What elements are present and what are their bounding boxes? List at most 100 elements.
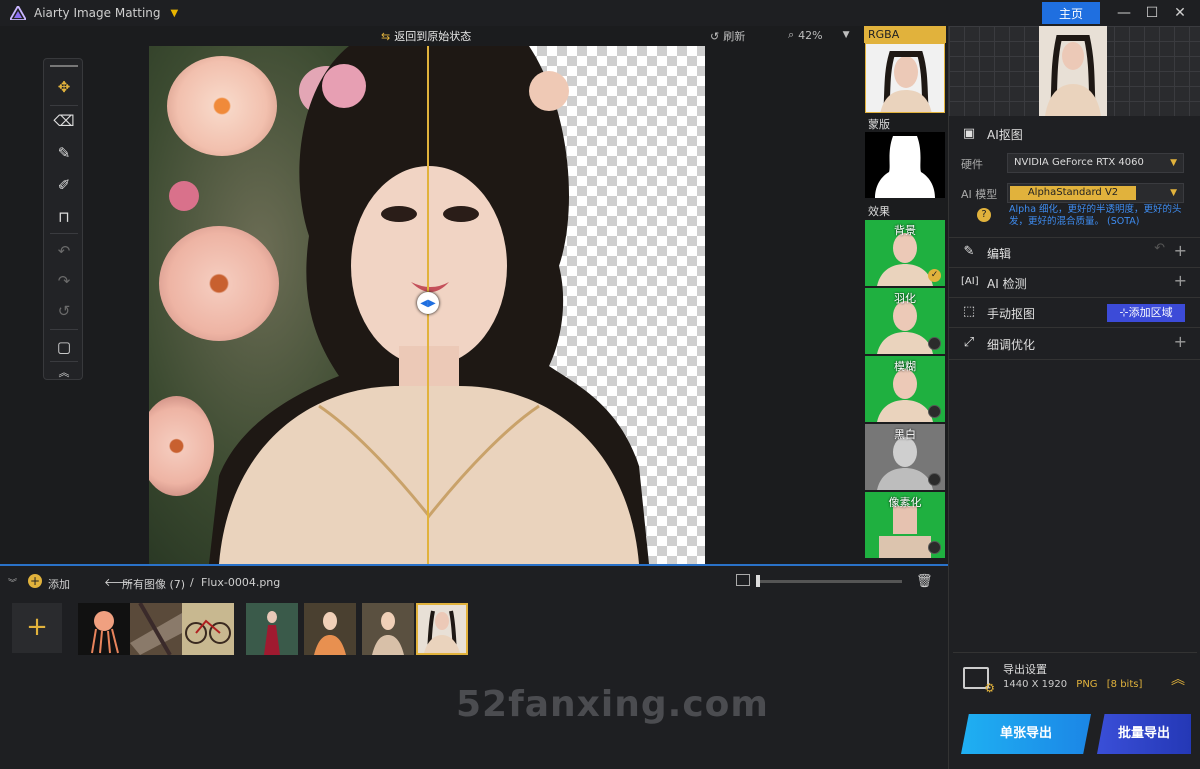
filmstrip-item[interactable] — [130, 603, 182, 655]
breadcrumb-all[interactable]: 所有图像 (7) — [122, 576, 185, 592]
add-area-button[interactable]: ⊹添加区域 — [1107, 304, 1185, 322]
add-image-button[interactable]: + — [12, 603, 62, 653]
effect-pixelate[interactable]: 像素化 — [865, 492, 945, 558]
toggle-icon[interactable] — [928, 541, 941, 554]
refine-icon: ⤢ — [963, 335, 975, 350]
effect-grayscale[interactable]: 黑白 — [865, 424, 945, 490]
mask-label: 蒙版 — [868, 118, 890, 131]
app-logo-icon — [10, 6, 26, 20]
check-icon: ✓ — [928, 269, 941, 282]
ai-detect-section[interactable]: [AI] AI 检测 + — [949, 268, 1200, 298]
thumbnail-size-slider[interactable] — [760, 580, 902, 583]
effect-label: 像素化 — [888, 496, 922, 509]
preview-area — [949, 26, 1200, 116]
maximize-icon[interactable]: ☐ — [1140, 3, 1164, 23]
home-button[interactable]: 主页 — [1042, 2, 1100, 24]
trash-icon[interactable]: 🗑 — [916, 574, 933, 589]
plus-icon[interactable]: + — [1174, 271, 1187, 290]
zoom-value: 42% — [798, 28, 823, 42]
refine-section[interactable]: ⤢ 细调优化 + — [949, 328, 1200, 360]
filmstrip-item[interactable] — [78, 603, 130, 655]
smart-brush-icon[interactable]: ✐ — [52, 173, 76, 197]
preview-thumbnail — [1039, 26, 1107, 116]
revert-button[interactable]: ⇆ 返回到原始状态 — [381, 28, 471, 44]
edit-section[interactable]: ✎ 编辑 ↶ + — [949, 238, 1200, 268]
ai-matting-title: AI抠图 — [987, 128, 1023, 142]
model-select[interactable]: AlphaStandard V2 ▼ — [1007, 183, 1184, 203]
manual-title: 手动抠图 — [987, 307, 1036, 321]
revert-label: 返回到原始状态 — [394, 30, 472, 43]
collapse-icon[interactable]: ︽ — [52, 361, 76, 385]
effect-label: 羽化 — [894, 292, 916, 305]
effect-label: 模糊 — [894, 360, 916, 373]
bottom-panel: ︾ + 添加 🡐 所有图像 (7) / Flux-0004.png 🗑 + 52… — [0, 564, 948, 769]
close-icon[interactable]: ✕ — [1168, 3, 1192, 23]
zoom-control[interactable]: ⌕ 42% ▼ — [788, 28, 850, 42]
hardware-value: NVIDIA GeForce RTX 4060 — [1014, 157, 1144, 168]
image-canvas[interactable]: ◀▶ — [149, 46, 705, 564]
eraser-icon[interactable]: ⌫ — [52, 109, 76, 133]
plus-icon[interactable]: + — [1174, 241, 1187, 260]
edit-title: 编辑 — [987, 247, 1012, 261]
effect-background[interactable]: 背景 ✓ — [865, 220, 945, 286]
toggle-icon[interactable] — [928, 473, 941, 486]
effect-blur[interactable]: 模糊 — [865, 356, 945, 422]
effect-label: 黑白 — [894, 428, 916, 441]
export-settings-title: 导出设置 — [1003, 663, 1047, 676]
export-size: 1440 X 1920 — [1003, 679, 1068, 690]
filmstrip-item-selected[interactable] — [416, 603, 468, 655]
roller-icon[interactable]: ⊓ — [52, 205, 76, 229]
filmstrip-item[interactable] — [182, 603, 234, 655]
manual-matting-section[interactable]: ⬚ 手动抠图 ⊹添加区域 — [949, 298, 1200, 328]
toggle-icon[interactable] — [928, 405, 941, 418]
hardware-select[interactable]: NVIDIA GeForce RTX 4060 ▼ — [1007, 153, 1184, 173]
image-size-icon — [736, 574, 750, 586]
export-info: 1440 X 1920 PNG [8 bits] — [1003, 679, 1142, 690]
batch-export-button[interactable]: 批量导出 — [1097, 714, 1191, 754]
minimize-icon[interactable]: — — [1112, 3, 1136, 23]
toggle-icon[interactable] — [928, 337, 941, 350]
compare-handle-icon[interactable]: ◀▶ — [417, 292, 439, 314]
manual-select-icon: ⬚ — [962, 304, 976, 319]
add-area-icon: ⊹ — [1119, 306, 1129, 319]
filmstrip-item[interactable] — [246, 603, 298, 655]
add-icon[interactable]: + — [28, 574, 42, 588]
undo-icon[interactable]: ↶ — [1154, 241, 1165, 256]
refresh-label: 刷新 — [723, 30, 746, 43]
ai-matting-icon: ▣ — [962, 126, 976, 141]
model-hint: Alpha 细化，更好的半透明度，更好的头发，更好的混合质量。 (SOTA) — [1009, 204, 1182, 227]
rgba-label: RGBA — [864, 26, 946, 43]
refresh-button[interactable]: ↺ 刷新 — [710, 28, 745, 44]
add-label[interactable]: 添加 — [48, 576, 70, 592]
slider-knob[interactable] — [756, 575, 760, 587]
ai-detect-title: AI 检测 — [987, 277, 1027, 291]
effect-feather[interactable]: 羽化 — [865, 288, 945, 354]
collapse-chevron-icon[interactable]: ︾ — [8, 576, 17, 589]
single-export-button[interactable]: 单张导出 — [961, 714, 1091, 754]
select-area-icon[interactable]: ▢ — [52, 335, 76, 359]
export-settings[interactable]: ⚙ 导出设置 1440 X 1920 PNG [8 bits] ︽ — [953, 652, 1197, 710]
plus-icon[interactable]: + — [1174, 332, 1187, 351]
undo-icon[interactable]: ↶ — [52, 239, 76, 263]
canvas-area[interactable]: ◀▶ — [0, 46, 864, 564]
rgba-thumbnail[interactable] — [865, 43, 945, 113]
chevron-down-icon[interactable]: ▼ — [171, 8, 179, 19]
expand-icon[interactable]: ︽ — [1171, 669, 1185, 689]
help-icon[interactable]: ? — [977, 208, 991, 222]
move-tool-icon[interactable]: ✥ — [52, 75, 76, 99]
result-thumbnails: RGBA 蒙版 效果 背景 ✓ 羽化 模糊 黑白 像素化 — [864, 26, 948, 564]
zoom-icon: ⌕ — [788, 28, 795, 41]
current-filename: Flux-0004.png — [201, 576, 281, 589]
monitor-icon: ⚙ — [963, 667, 995, 695]
effect-label: 背景 — [894, 224, 916, 237]
refresh-icon: ↺ — [710, 29, 720, 43]
ai-detect-icon: [AI] — [961, 276, 979, 287]
mask-thumbnail[interactable] — [865, 132, 945, 198]
export-format: PNG — [1076, 679, 1098, 690]
filmstrip-item[interactable] — [362, 603, 414, 655]
reset-icon[interactable]: ↺ — [52, 299, 76, 323]
filmstrip-item[interactable] — [304, 603, 356, 655]
add-area-label: 添加区域 — [1128, 306, 1173, 319]
brush-icon[interactable]: ✎ — [52, 141, 76, 165]
redo-icon[interactable]: ↷ — [52, 269, 76, 293]
